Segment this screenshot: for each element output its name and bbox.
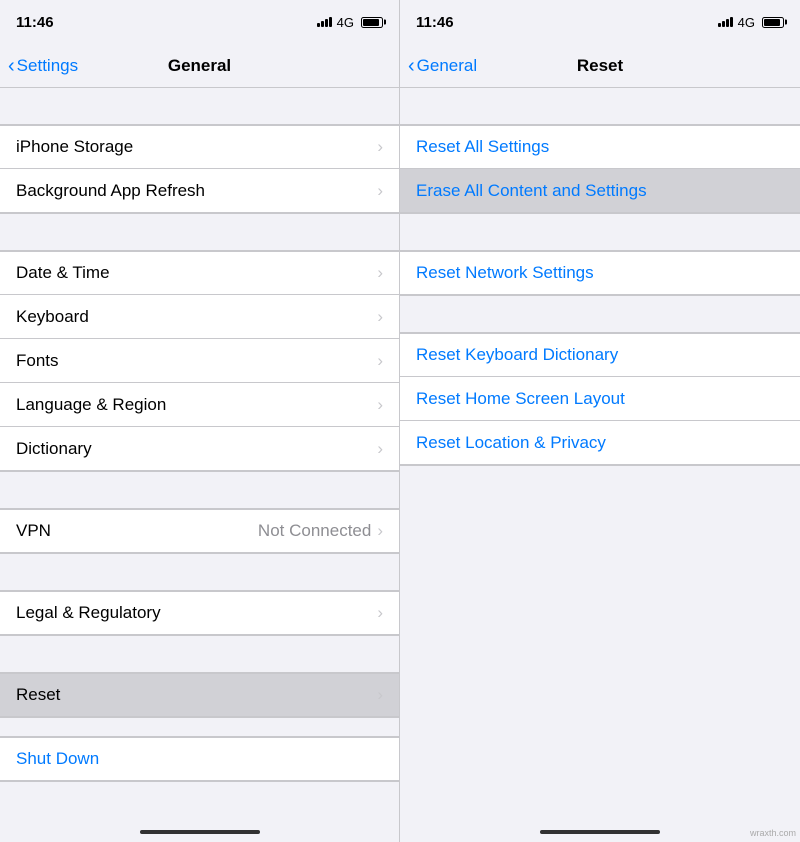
erase-all-content-label: Erase All Content and Settings: [416, 181, 647, 201]
keyboard-label: Keyboard: [16, 307, 377, 327]
spacer-4: [0, 554, 399, 590]
spacer-bottom: [0, 782, 399, 808]
signal-icon: [317, 17, 332, 27]
reset-all-settings-item[interactable]: Reset All Settings: [400, 125, 800, 169]
chevron-icon: ›: [377, 181, 383, 201]
chevron-icon: ›: [377, 521, 383, 541]
left-status-icons: 4G: [317, 15, 383, 30]
spacer-5: [0, 636, 399, 672]
right-spacer-bottom: [400, 466, 800, 666]
dictionary-label: Dictionary: [16, 439, 377, 459]
spacer-3: [0, 472, 399, 508]
left-nav-bar: ‹ Settings General: [0, 44, 399, 88]
right-spacer-3: [400, 296, 800, 332]
reset-location-privacy-item[interactable]: Reset Location & Privacy: [400, 421, 800, 465]
group-vpn: VPN Not Connected ›: [0, 508, 399, 554]
left-status-bar: 11:46 4G: [0, 0, 399, 44]
right-settings-list: Reset All Settings Erase All Content and…: [400, 88, 800, 808]
right-group-3: Reset Keyboard Dictionary Reset Home Scr…: [400, 332, 800, 466]
reset-location-privacy-label: Reset Location & Privacy: [416, 433, 606, 453]
language-region-label: Language & Region: [16, 395, 377, 415]
right-network-type: 4G: [738, 15, 755, 30]
home-bar: [140, 830, 260, 834]
battery-icon: [359, 17, 383, 28]
group-legal: Legal & Regulatory ›: [0, 590, 399, 636]
right-group-2: Reset Network Settings: [400, 250, 800, 296]
right-time: 11:46: [416, 14, 454, 31]
right-nav-bar: ‹ General Reset: [400, 44, 800, 88]
back-chevron-icon: ‹: [8, 56, 15, 76]
right-signal-icon: [718, 17, 733, 27]
chevron-icon: ›: [377, 685, 383, 705]
right-back-button[interactable]: ‹ General: [408, 56, 477, 76]
vpn-value: Not Connected: [258, 521, 371, 541]
date-time-item[interactable]: Date & Time ›: [0, 251, 399, 295]
iphone-storage-item[interactable]: iPhone Storage ›: [0, 125, 399, 169]
watermark: wraxth.com: [750, 828, 796, 838]
right-back-chevron-icon: ‹: [408, 56, 415, 76]
right-group-1: Reset All Settings Erase All Content and…: [400, 124, 800, 214]
reset-keyboard-dict-item[interactable]: Reset Keyboard Dictionary: [400, 333, 800, 377]
chevron-icon: ›: [377, 351, 383, 371]
shutdown-item[interactable]: Shut Down: [0, 737, 399, 781]
vpn-label: VPN: [16, 521, 258, 541]
chevron-icon: ›: [377, 137, 383, 157]
chevron-icon: ›: [377, 439, 383, 459]
group-datetime: Date & Time › Keyboard › Fonts › Languag…: [0, 250, 399, 472]
reset-item[interactable]: Reset ›: [0, 673, 399, 717]
right-back-label: General: [417, 56, 477, 76]
spacer-top: [0, 88, 399, 124]
reset-label: Reset: [16, 685, 377, 705]
left-nav-title: General: [168, 56, 231, 76]
vpn-item[interactable]: VPN Not Connected ›: [0, 509, 399, 553]
chevron-icon: ›: [377, 307, 383, 327]
chevron-icon: ›: [377, 603, 383, 623]
iphone-storage-label: iPhone Storage: [16, 137, 377, 157]
group-storage: iPhone Storage › Background App Refresh …: [0, 124, 399, 214]
left-settings-list: iPhone Storage › Background App Refresh …: [0, 88, 399, 808]
reset-network-item[interactable]: Reset Network Settings: [400, 251, 800, 295]
date-time-label: Date & Time: [16, 263, 377, 283]
right-home-bar: [540, 830, 660, 834]
chevron-icon: ›: [377, 395, 383, 415]
legal-regulatory-label: Legal & Regulatory: [16, 603, 377, 623]
shutdown-label: Shut Down: [16, 749, 99, 769]
background-refresh-item[interactable]: Background App Refresh ›: [0, 169, 399, 213]
language-region-item[interactable]: Language & Region ›: [0, 383, 399, 427]
dictionary-item[interactable]: Dictionary ›: [0, 427, 399, 471]
right-home-indicator: wraxth.com: [400, 808, 800, 842]
fonts-item[interactable]: Fonts ›: [0, 339, 399, 383]
left-panel: 11:46 4G ‹ Settings General: [0, 0, 400, 842]
right-status-bar: 11:46 4G: [400, 0, 800, 44]
left-time: 11:46: [16, 14, 54, 31]
keyboard-item[interactable]: Keyboard ›: [0, 295, 399, 339]
legal-regulatory-item[interactable]: Legal & Regulatory ›: [0, 591, 399, 635]
group-shutdown: Shut Down: [0, 736, 399, 782]
spacer-6: [0, 718, 399, 736]
right-nav-title: Reset: [577, 56, 623, 76]
reset-all-settings-label: Reset All Settings: [416, 137, 549, 157]
right-battery-icon: [760, 17, 784, 28]
reset-home-screen-item[interactable]: Reset Home Screen Layout: [400, 377, 800, 421]
right-status-icons: 4G: [718, 15, 784, 30]
spacer-2: [0, 214, 399, 250]
left-home-indicator: [0, 808, 399, 842]
background-refresh-label: Background App Refresh: [16, 181, 377, 201]
reset-network-label: Reset Network Settings: [416, 263, 594, 283]
network-type: 4G: [337, 15, 354, 30]
erase-all-content-item[interactable]: Erase All Content and Settings: [400, 169, 800, 213]
right-panel: 11:46 4G ‹ General Reset: [400, 0, 800, 842]
reset-keyboard-dict-label: Reset Keyboard Dictionary: [416, 345, 618, 365]
reset-home-screen-label: Reset Home Screen Layout: [416, 389, 625, 409]
group-reset: Reset ›: [0, 672, 399, 718]
left-back-button[interactable]: ‹ Settings: [8, 56, 78, 76]
right-spacer-2: [400, 214, 800, 250]
chevron-icon: ›: [377, 263, 383, 283]
right-spacer-top: [400, 88, 800, 124]
fonts-label: Fonts: [16, 351, 377, 371]
left-back-label: Settings: [17, 56, 78, 76]
